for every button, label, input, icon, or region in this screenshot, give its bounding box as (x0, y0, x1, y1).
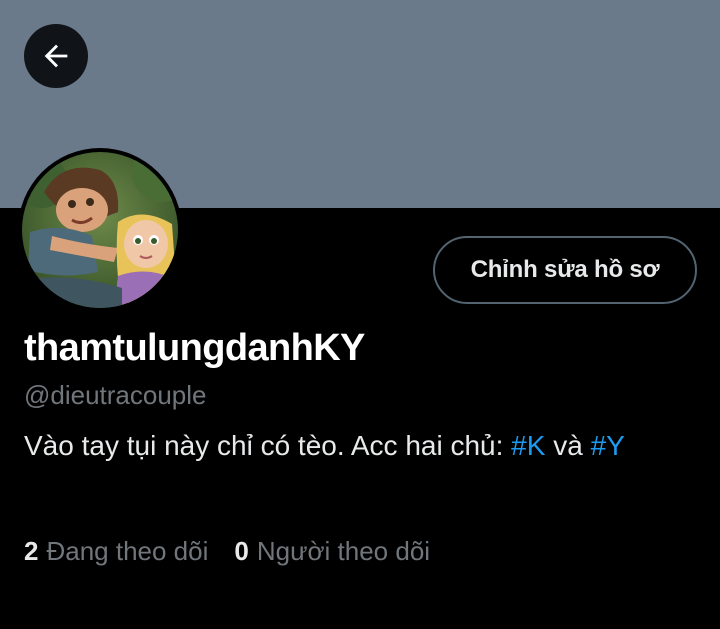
hashtag-link-k[interactable]: #K (511, 430, 545, 461)
followers-stat[interactable]: 0 Người theo dõi (234, 536, 430, 567)
followers-count: 0 (234, 536, 249, 566)
avatar[interactable] (18, 148, 182, 312)
followers-label: Người theo dõi (256, 536, 431, 566)
following-label: Đang theo dõi (46, 536, 209, 566)
hashtag-link-y[interactable]: #Y (591, 430, 625, 461)
follow-stats: 2 Đang theo dõi 0 Người theo dõi (24, 536, 430, 567)
following-stat[interactable]: 2 Đang theo dõi (24, 536, 208, 567)
bio-text: Vào tay tụi này chỉ có tèo. Acc hai chủ: (24, 430, 512, 461)
profile-page: Chỉnh sửa hồ sơ thamtulungdanhKY @dieutr… (0, 0, 720, 629)
edit-profile-button[interactable]: Chỉnh sửa hồ sơ (433, 236, 697, 304)
arrow-left-icon (39, 39, 73, 73)
display-name: thamtulungdanhKY (24, 327, 365, 369)
following-count: 2 (24, 536, 39, 566)
back-button[interactable] (24, 24, 88, 88)
bio-connector: và (545, 430, 591, 461)
avatar-image (22, 152, 178, 308)
profile-handle: @dieutracouple (24, 380, 207, 410)
profile-bio: Vào tay tụi này chỉ có tèo. Acc hai chủ:… (24, 426, 704, 466)
